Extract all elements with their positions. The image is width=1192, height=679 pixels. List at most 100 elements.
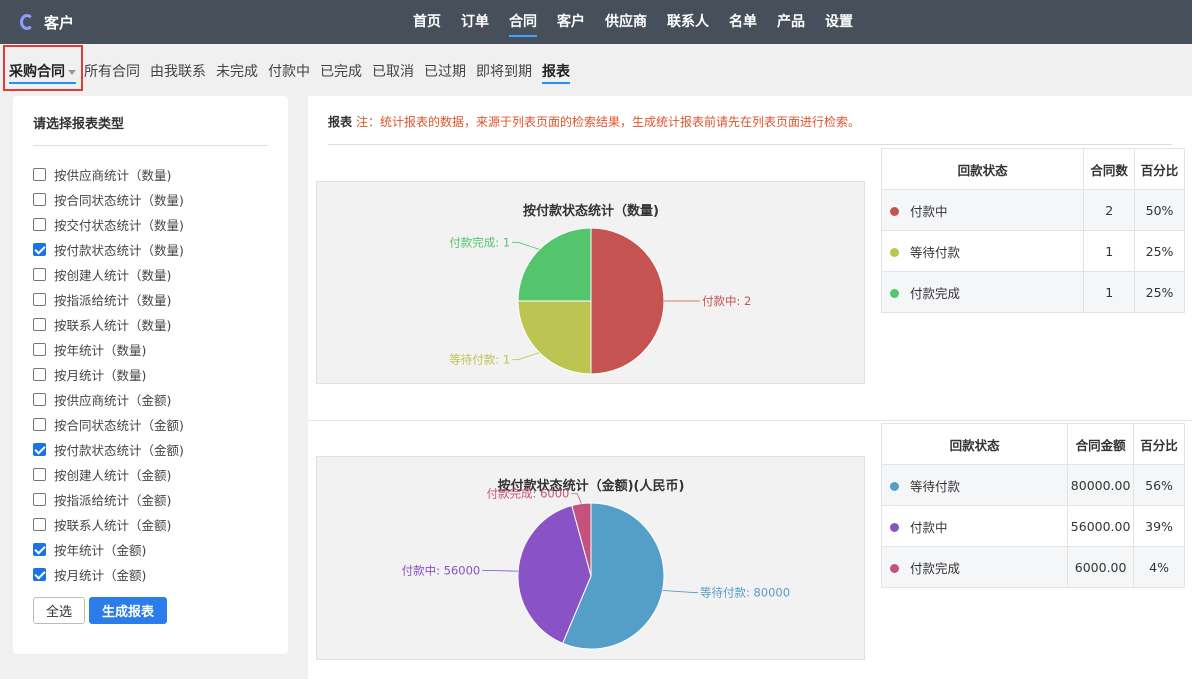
- table-row: 等待付款 1 25%: [880, 230, 1185, 272]
- report-type-option[interactable]: 按年统计（数量): [33, 337, 184, 362]
- pie-slice[interactable]: [517, 227, 592, 302]
- checkbox[interactable]: [33, 468, 46, 481]
- report-type-option[interactable]: 按指派给统计（金额): [33, 487, 184, 512]
- divider: [308, 420, 1192, 421]
- report-type-option-label: 按指派给统计（金额): [54, 493, 172, 508]
- tab-expiring-soon[interactable]: 即将到期: [476, 62, 532, 84]
- report-type-option[interactable]: 按付款状态统计（金额): [33, 437, 184, 462]
- tab-purchase-contracts[interactable]: 采购合同: [9, 62, 76, 84]
- tab-incomplete[interactable]: 未完成: [216, 62, 258, 84]
- nav-item-home[interactable]: 首页: [413, 0, 441, 44]
- select-all-button[interactable]: 全选: [33, 597, 85, 624]
- report-type-option[interactable]: 按月统计（金额): [33, 562, 184, 587]
- checkbox[interactable]: [33, 518, 46, 531]
- nav-item-orders[interactable]: 订单: [461, 0, 489, 44]
- status-name: 等待付款: [910, 244, 961, 260]
- checkbox[interactable]: [33, 293, 46, 306]
- report-header: 报表 注：统计报表的数据，来源于列表页面的检索结果，生成统计报表前请先在列表页面进…: [328, 113, 860, 130]
- checkbox[interactable]: [33, 493, 46, 506]
- report-type-option-label: 按指派给统计（数量): [54, 293, 172, 308]
- report-type-option[interactable]: 按月统计（数量): [33, 362, 184, 387]
- checkbox[interactable]: [33, 343, 46, 356]
- report-type-option[interactable]: 按供应商统计（金额): [33, 387, 184, 412]
- app-name: 客户: [44, 13, 75, 32]
- value-cell: 56000.00: [1067, 505, 1135, 547]
- report-type-option[interactable]: 按创建人统计（金额): [33, 462, 184, 487]
- table-row: 付款中 56000.00 39%: [880, 505, 1185, 547]
- tab-contacted-by-me[interactable]: 由我联系: [150, 62, 206, 84]
- tab-completed[interactable]: 已完成: [320, 62, 362, 84]
- report-type-option[interactable]: 按年统计（金额): [33, 537, 184, 562]
- table-row: 等待付款 80000.00 56%: [880, 464, 1185, 506]
- checkbox[interactable]: [33, 368, 46, 381]
- percent-cell: 39%: [1133, 505, 1185, 547]
- report-type-option[interactable]: 按付款状态统计（数量): [33, 237, 184, 262]
- pie-slice-label: 等待付款: 80000: [700, 585, 790, 599]
- generate-report-button[interactable]: 生成报表: [89, 597, 167, 624]
- checkbox[interactable]: [33, 418, 46, 431]
- pie-slice[interactable]: [590, 227, 665, 375]
- report-type-option[interactable]: 按联系人统计（金额): [33, 512, 184, 537]
- report-type-option[interactable]: 按供应商统计（数量): [33, 162, 184, 187]
- count-stat-table: 回款状态 合同数 百分比 付款中 2 50% 等待付款 1 25% 付款完成 1 25%: [880, 148, 1185, 313]
- pie-slice[interactable]: [517, 300, 592, 375]
- value-cell: 2: [1083, 189, 1136, 231]
- status-name-cell: 付款完成: [880, 546, 1069, 588]
- legend-dot-icon: [890, 288, 899, 298]
- report-type-option[interactable]: 按指派给统计（数量): [33, 287, 184, 312]
- table-row: 付款完成 1 25%: [880, 271, 1185, 313]
- value-cell: 1: [1083, 271, 1136, 313]
- amount-pie-chart: 按付款状态统计（金额)(人民币) 等待付款: 80000 付款中: 56000 付款完…: [316, 456, 865, 660]
- percent-cell: 56%: [1133, 464, 1185, 506]
- report-type-option[interactable]: 按交付状态统计（数量): [33, 212, 184, 237]
- value-cell: 6000.00: [1067, 546, 1135, 588]
- caret-down-icon: [68, 69, 76, 75]
- checkbox-checked[interactable]: [33, 568, 46, 581]
- legend-dot-icon: [890, 563, 899, 573]
- checkbox-checked[interactable]: [33, 443, 46, 456]
- table-header-cell: 百分比: [1134, 148, 1185, 190]
- nav-item-contracts[interactable]: 合同: [509, 0, 537, 44]
- nav-item-contacts[interactable]: 联系人: [667, 0, 709, 44]
- status-name: 付款中: [910, 203, 948, 219]
- table-header-cell: 合同数: [1083, 148, 1136, 190]
- checkbox-checked[interactable]: [33, 543, 46, 556]
- report-type-option-label: 按创建人统计（数量): [54, 268, 172, 283]
- legend-dot-icon: [890, 481, 899, 491]
- checkbox[interactable]: [33, 318, 46, 331]
- pie-slice-label: 付款中: 2: [702, 294, 751, 308]
- brand[interactable]: 客户: [20, 0, 74, 44]
- tab-paying[interactable]: 付款中: [268, 62, 310, 84]
- report-type-option[interactable]: 按联系人统计（数量): [33, 312, 184, 337]
- status-name-cell: 付款中: [880, 189, 1085, 231]
- checkbox[interactable]: [33, 393, 46, 406]
- checkbox[interactable]: [33, 168, 46, 181]
- nav-item-products[interactable]: 产品: [777, 0, 805, 44]
- tab-expired[interactable]: 已过期: [424, 62, 466, 84]
- nav-item-suppliers[interactable]: 供应商: [605, 0, 647, 44]
- status-name-cell: 付款中: [880, 505, 1069, 547]
- pie-slice-label: 等待付款: 1: [449, 353, 510, 367]
- tab-report[interactable]: 报表: [542, 62, 570, 84]
- report-type-option-label: 按付款状态统计（金额): [54, 443, 184, 458]
- nav-item-customers[interactable]: 客户: [557, 0, 585, 44]
- nav-item-lists[interactable]: 名单: [729, 0, 757, 44]
- divider: [328, 144, 1172, 145]
- report-type-option[interactable]: 按创建人统计（数量): [33, 262, 184, 287]
- nav-item-settings[interactable]: 设置: [825, 0, 853, 44]
- percent-cell: 50%: [1134, 189, 1185, 231]
- checkbox[interactable]: [33, 193, 46, 206]
- checkbox[interactable]: [33, 218, 46, 231]
- report-type-option[interactable]: 按合同状态统计（数量): [33, 187, 184, 212]
- checkbox-checked[interactable]: [33, 243, 46, 256]
- report-note: 注：统计报表的数据，来源于列表页面的检索结果，生成统计报表前请先在列表页面进行检…: [356, 115, 861, 129]
- percent-cell: 4%: [1133, 546, 1185, 588]
- checkbox[interactable]: [33, 268, 46, 281]
- report-type-option-label: 按供应商统计（金额): [54, 393, 172, 408]
- tab-all-contracts[interactable]: 所有合同: [84, 62, 140, 84]
- status-name-cell: 等待付款: [880, 464, 1069, 506]
- pie-label-line: [482, 570, 519, 572]
- tab-cancelled[interactable]: 已取消: [372, 62, 414, 84]
- status-name: 付款完成: [910, 560, 961, 576]
- report-type-option[interactable]: 按合同状态统计（金额): [33, 412, 184, 437]
